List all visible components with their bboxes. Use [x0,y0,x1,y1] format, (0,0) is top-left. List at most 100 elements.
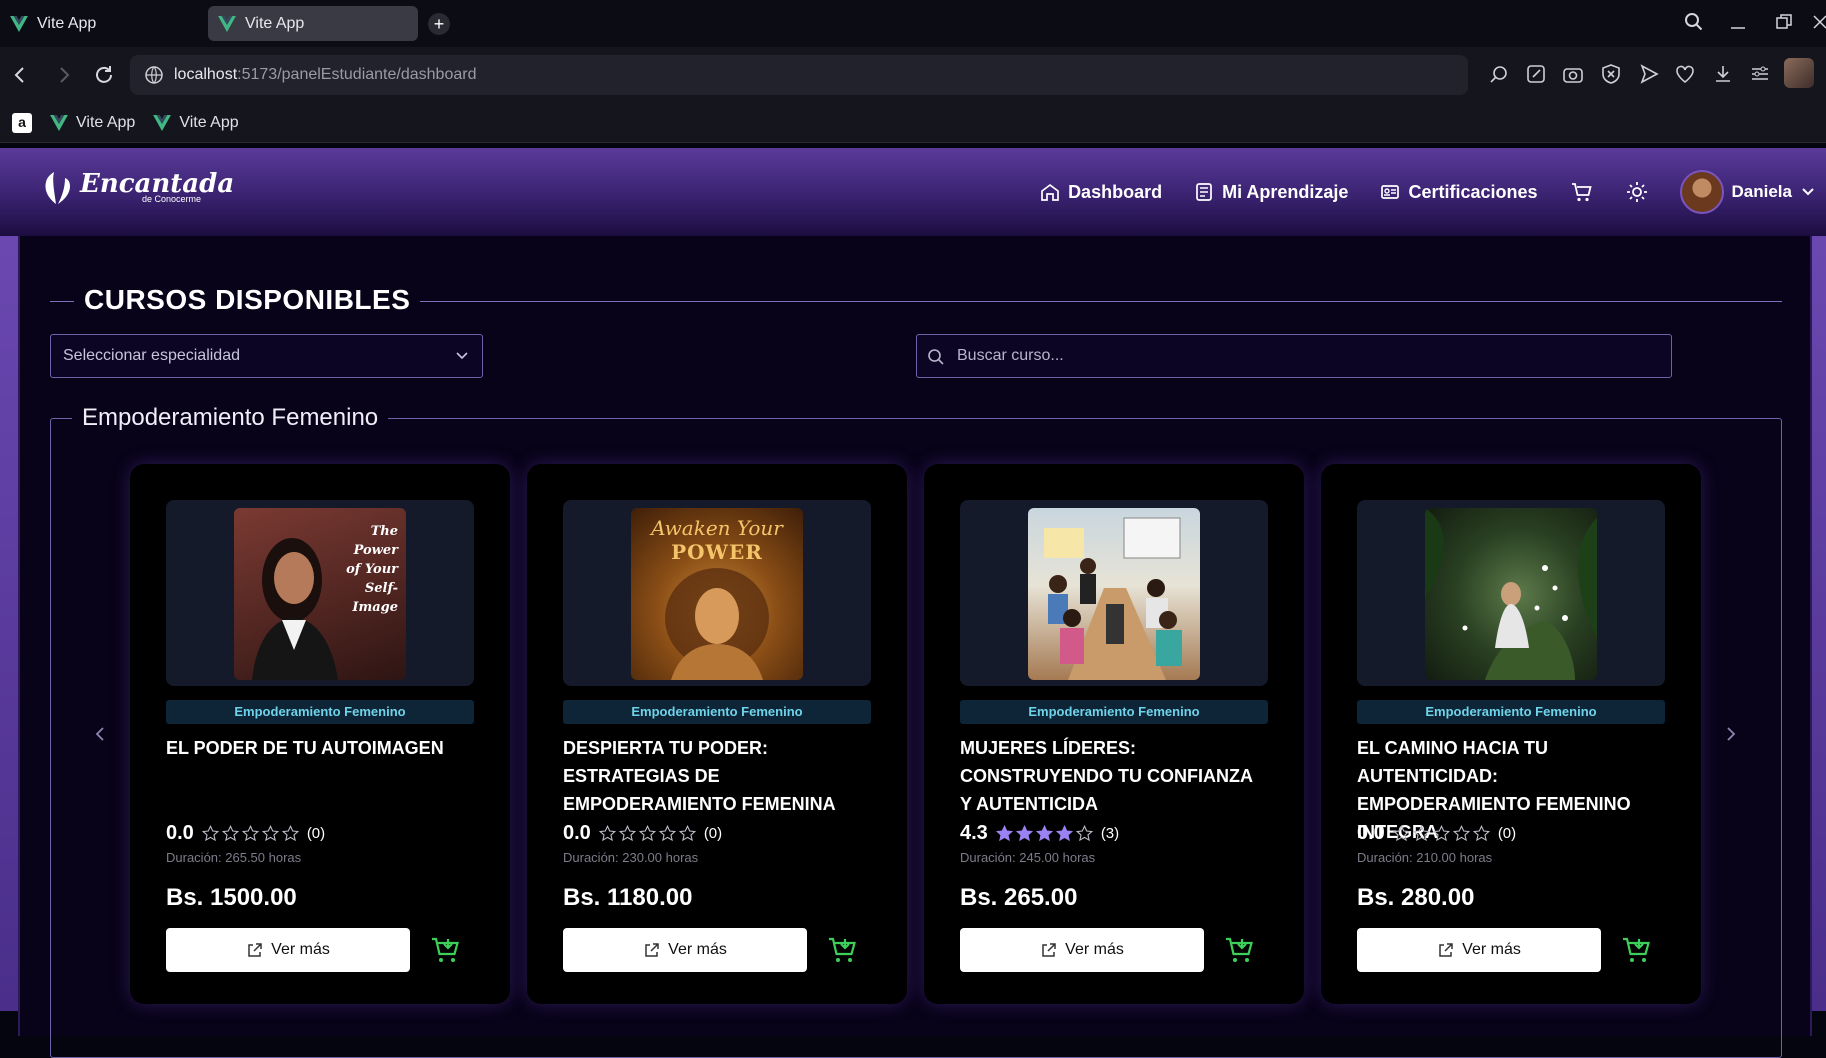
star-empty-icon [261,825,279,842]
cart-icon[interactable] [1570,180,1594,204]
course-duration: Duración: 230.00 horas [563,850,699,865]
search-input[interactable]: Buscar curso... [916,334,1672,378]
category-title: Empoderamiento Femenino [72,404,389,432]
nav-label: Mi Aprendizaje [1222,181,1349,202]
carousel-next-icon[interactable] [1719,722,1743,746]
amazon-icon[interactable]: a [12,112,32,133]
heart-icon[interactable] [1674,63,1696,85]
star-rating [201,825,299,842]
bookmark-item[interactable]: Vite App [50,114,135,132]
restore-icon[interactable] [1774,12,1794,32]
view-more-button[interactable]: Ver más [563,928,807,972]
browser-tab-1[interactable]: Vite App [0,6,205,41]
bookmark-label: Vite App [76,113,136,131]
star-empty-icon [1392,825,1410,842]
forest-illustration [1425,508,1597,680]
home-icon [1041,183,1059,201]
course-image[interactable]: The Power of Your Self-Image [234,508,406,680]
carousel-prev-icon[interactable] [88,722,112,746]
star-rating [1392,825,1490,842]
browser-tabstrip: Vite App Vite App + [0,0,1826,47]
forward-icon[interactable] [52,63,76,87]
star-filled-icon [1015,825,1033,842]
app-root: Encantada de Conocerme Dashboard Mi Apre… [0,148,1826,1058]
nav-certificaciones[interactable]: Certificaciones [1380,181,1538,203]
address-bar[interactable]: localhost:5173/panelEstudiante/dashboard [130,55,1468,95]
course-duration: Duración: 265.50 horas [166,850,302,865]
site-info-icon[interactable] [144,65,164,85]
specialty-select[interactable]: Seleccionar especialidad [50,334,483,378]
main-nav: Dashboard Mi Aprendizaje Certificaciones… [1040,170,1816,214]
view-more-button[interactable]: Ver más [960,928,1204,972]
bookmark-label: Vite App [179,113,239,131]
brand-logo[interactable]: Encantada de Conocerme [40,168,234,208]
review-count: (0) [703,825,723,842]
back-icon[interactable] [8,63,32,87]
course-card: Awaken Your POWER Empoderamiento Femenin… [527,464,907,1004]
rating-value: 4.3 [960,822,988,844]
category-badge: Empoderamiento Femenino [166,700,474,724]
adblock-icon[interactable] [1600,63,1622,85]
nav-label: Dashboard [1068,181,1163,202]
star-empty-icon [678,825,696,842]
star-empty-icon [1432,825,1450,842]
search-placeholder: Buscar curso... [957,347,1064,364]
bookmark-item[interactable]: Vite App [153,113,239,132]
star-empty-icon [638,825,656,842]
course-image-frame [1357,500,1665,686]
edit-icon[interactable] [1525,63,1547,85]
theme-sun-icon[interactable] [1626,181,1648,203]
browser-tab-2[interactable]: Vite App [208,6,418,41]
course-title[interactable]: DESPIERTA TU PODER: ESTRATEGIAS DE EMPOD… [563,734,871,818]
course-image[interactable] [1425,508,1597,680]
nav-dashboard[interactable]: Dashboard [1040,182,1162,203]
user-menu[interactable]: Daniela [1679,170,1816,214]
image-text: Awaken Your [651,516,783,540]
settings-sliders-icon[interactable] [1749,63,1771,85]
book-icon [1196,183,1212,201]
lens-icon[interactable] [1488,63,1510,85]
star-filled-icon [995,825,1013,842]
course-image[interactable]: Awaken Your POWER [631,508,803,680]
add-to-cart-icon[interactable] [827,934,859,966]
view-more-button[interactable]: Ver más [166,928,410,972]
course-price: Bs. 265.00 [960,884,1078,911]
download-icon[interactable] [1712,63,1734,85]
vue-logo-icon [10,15,28,32]
course-image[interactable] [1028,508,1200,680]
review-count: (3) [1100,825,1120,842]
add-to-cart-icon[interactable] [1621,934,1653,966]
add-to-cart-icon[interactable] [1224,934,1256,966]
minimize-icon[interactable] [1728,12,1748,32]
star-empty-icon [618,825,636,842]
course-price: Bs. 280.00 [1357,884,1475,911]
category-badge: Empoderamiento Femenino [1357,700,1665,724]
reload-icon[interactable] [92,63,116,87]
nav-mi-aprendizaje[interactable]: Mi Aprendizaje [1194,182,1348,203]
star-filled-icon [1055,825,1073,842]
side-decoration-right [1812,236,1826,1011]
add-to-cart-icon[interactable] [430,934,462,966]
nav-label: Certificaciones [1408,181,1538,202]
category-badge: Empoderamiento Femenino [563,700,871,724]
search-tabs-icon[interactable] [1684,12,1704,32]
camera-icon[interactable] [1562,63,1584,85]
course-title[interactable]: EL PODER DE TU AUTOIMAGEN [166,734,474,762]
search-icon [928,349,944,365]
browser-profile-avatar[interactable] [1784,58,1814,88]
url-path: :5173/panelEstudiante/dashboard [237,66,477,83]
review-count: (0) [306,825,326,842]
tab-label: Vite App [37,14,97,32]
view-more-button[interactable]: Ver más [1357,928,1601,972]
new-tab-button[interactable]: + [428,13,450,35]
button-label: Ver más [1462,941,1521,958]
vue-logo-icon [153,114,172,131]
close-window-icon[interactable] [1812,12,1826,32]
course-rating: 0.0 (0) [563,822,722,845]
app-header: Encantada de Conocerme Dashboard Mi Apre… [0,148,1826,236]
course-title[interactable]: MUJERES LÍDERES: CONSTRUYENDO TU CONFIAN… [960,734,1268,818]
send-icon[interactable] [1638,63,1660,85]
chevron-down-icon [456,352,468,360]
url-host: localhost [174,66,238,83]
user-avatar [1679,170,1724,214]
